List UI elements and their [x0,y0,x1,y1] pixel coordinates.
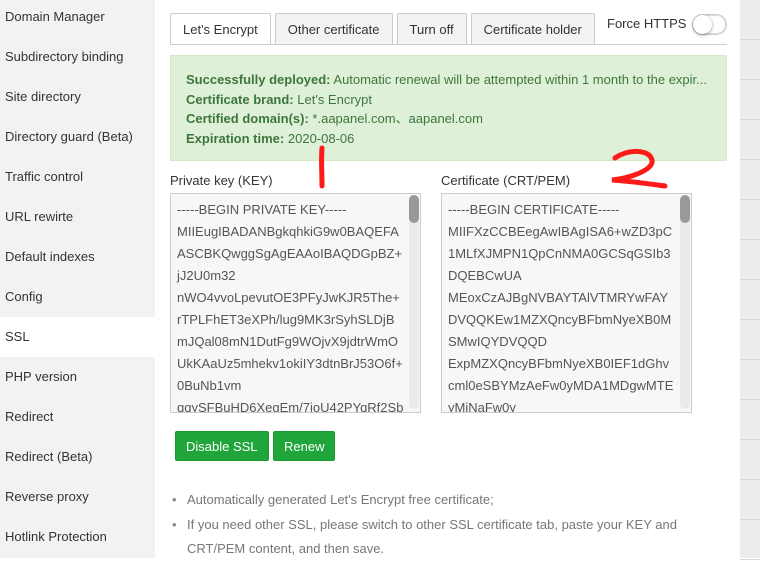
certificate-label: Certificate (CRT/PEM) [441,173,571,188]
private-key-text: -----BEGIN PRIVATE KEY----- MIIEugIBADAN… [177,202,404,413]
sidebar-item-site-directory[interactable]: Site directory [0,77,155,117]
sidebar-item-default-indexes[interactable]: Default indexes [0,237,155,277]
force-https-toggle[interactable] [692,14,727,35]
brand-label: Certificate brand: [186,91,294,107]
note-item: If you need other SSL, please switch to … [170,513,730,562]
scrollbar[interactable] [409,195,419,409]
certificate-status-alert: Successfully deployed: Automatic renewal… [170,55,727,161]
disable-ssl-button[interactable]: Disable SSL [175,431,269,461]
sidebar-item-php-version[interactable]: PHP version [0,357,155,397]
sidebar-item-redirect[interactable]: Redirect [0,397,155,437]
toggle-knob [693,15,712,34]
tab-other-certificate[interactable]: Other certificate [274,13,393,45]
ssl-tabs: Let's Encrypt Other certificate Turn off… [170,13,595,45]
certificate-textarea[interactable]: -----BEGIN CERTIFICATE----- MIIFXzCCBEeg… [441,193,692,413]
force-https-label: Force HTTPS [607,16,687,31]
sidebar-item-reverse-proxy[interactable]: Reverse proxy [0,477,155,517]
sidebar-item-traffic-control[interactable]: Traffic control [0,157,155,197]
tab-lets-encrypt[interactable]: Let's Encrypt [170,13,271,45]
domains-label: Certified domain(s): [186,111,309,126]
sidebar-item-url-rewirte[interactable]: URL rewirte [0,197,155,237]
sidebar: Domain Manager Subdirectory binding Site d… [0,0,155,558]
private-key-label: Private key (KEY) [170,173,273,188]
renew-button[interactable]: Renew [273,431,336,461]
sidebar-item-domain-manager[interactable]: Domain Manager [0,0,155,37]
tab-certificate-holder[interactable]: Certificate holder [470,13,595,45]
sidebar-item-redirect-beta[interactable]: Redirect (Beta) [0,437,155,477]
deployed-value: Automatic renewal will be attempted with… [333,72,707,87]
tab-turn-off[interactable]: Turn off [396,13,467,45]
help-notes: Automatically generated Let's Encrypt fr… [170,488,730,562]
note-item: Automatically generated Let's Encrypt fr… [170,488,730,513]
expiration-value: 2020-08-06 [287,130,355,146]
private-key-textarea[interactable]: -----BEGIN PRIVATE KEY----- MIIEugIBADAN… [170,193,421,413]
sidebar-item-hotlink-protection[interactable]: Hotlink Protection [0,517,155,557]
sidebar-item-ssl[interactable]: SSL [0,317,155,357]
scrollbar[interactable] [680,195,690,409]
expiration-label: Expiration time: [186,130,285,146]
certificate-text: -----BEGIN CERTIFICATE----- MIIFXzCCBEeg… [448,202,674,413]
sidebar-item-config[interactable]: Config [0,277,155,317]
sidebar-item-subdirectory-binding[interactable]: Subdirectory binding [0,37,155,77]
tab-divider [170,44,727,45]
background-list [740,0,760,560]
domains-value: *.aapanel.com、aapanel.com [312,111,483,126]
sidebar-item-directory-guard-beta[interactable]: Directory guard (Beta) [0,117,155,157]
brand-value: Let's Encrypt [297,91,373,107]
deployed-label: Successfully deployed: [186,72,331,87]
